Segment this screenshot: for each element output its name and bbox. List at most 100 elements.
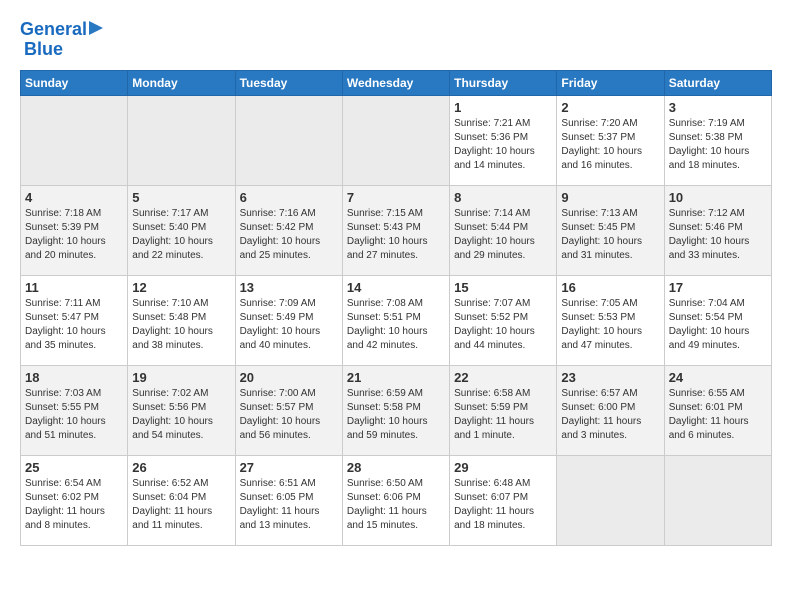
- day-detail: Sunrise: 6:51 AMSunset: 6:05 PMDaylight:…: [240, 477, 338, 533]
- calendar-cell: 21Sunrise: 6:59 AMSunset: 5:58 PMDayligh…: [342, 365, 449, 455]
- day-number: 15: [454, 280, 552, 295]
- day-detail: Sunrise: 7:18 AMSunset: 5:39 PMDaylight:…: [25, 207, 123, 263]
- day-detail: Sunrise: 6:58 AMSunset: 5:59 PMDaylight:…: [454, 387, 552, 443]
- calendar-cell: 23 Sunrise: 6:57 AMSunset: 6:00 PMDayligh…: [557, 365, 664, 455]
- weekday-header-wednesday: Wednesday: [342, 70, 449, 95]
- calendar-cell: 27 Sunrise: 6:51 AMSunset: 6:05 PMDayligh…: [235, 455, 342, 545]
- day-number: 20: [240, 370, 338, 385]
- day-number: 1: [454, 100, 552, 115]
- calendar-cell: 1 Sunrise: 7:21 AMSunset: 5:36 PMDaylight…: [450, 95, 557, 185]
- calendar-cell: 15 Sunrise: 7:07 AMSunset: 5:52 PMDayligh…: [450, 275, 557, 365]
- header: General Blue: [20, 20, 772, 60]
- day-detail: Sunrise: 7:08 AMSunset: 5:51 PMDaylight:…: [347, 297, 445, 353]
- day-number: 18: [25, 370, 123, 385]
- day-number: 27: [240, 460, 338, 475]
- day-detail: Sunrise: 7:00 AMSunset: 5:57 PMDaylight:…: [240, 387, 338, 443]
- weekday-header-friday: Friday: [557, 70, 664, 95]
- logo: General Blue: [20, 20, 103, 60]
- day-number: 22: [454, 370, 552, 385]
- calendar-cell: 29 Sunrise: 6:48 AMSunset: 6:07 PMDayligh…: [450, 455, 557, 545]
- calendar-cell: [342, 95, 449, 185]
- day-number: 14: [347, 280, 445, 295]
- day-number: 2: [561, 100, 659, 115]
- day-detail: Sunrise: 6:55 AMSunset: 6:01 PMDaylight:…: [669, 387, 767, 443]
- day-detail: Sunrise: 7:04 AMSunset: 5:54 PMDaylight:…: [669, 297, 767, 353]
- day-detail: Sunrise: 7:12 AMSunset: 5:46 PMDaylight:…: [669, 207, 767, 263]
- day-detail: Sunrise: 7:09 AMSunset: 5:49 PMDaylight:…: [240, 297, 338, 353]
- day-number: 17: [669, 280, 767, 295]
- calendar-cell: 16 Sunrise: 7:05 AMSunset: 5:53 PMDayligh…: [557, 275, 664, 365]
- calendar-cell: 26 Sunrise: 6:52 AMSunset: 6:04 PMDayligh…: [128, 455, 235, 545]
- day-number: 25: [25, 460, 123, 475]
- day-number: 5: [132, 190, 230, 205]
- day-detail: Sunrise: 6:54 AMSunset: 6:02 PMDaylight:…: [25, 477, 123, 533]
- day-detail: Sunrise: 6:48 AMSunset: 6:07 PMDaylight:…: [454, 477, 552, 533]
- day-detail: Sunrise: 7:15 AMSunset: 5:43 PMDaylight:…: [347, 207, 445, 263]
- day-number: 23: [561, 370, 659, 385]
- day-detail: Sunrise: 7:03 AMSunset: 5:55 PMDaylight:…: [25, 387, 123, 443]
- calendar-cell: 22 Sunrise: 6:58 AMSunset: 5:59 PMDayligh…: [450, 365, 557, 455]
- day-detail: Sunrise: 6:59 AMSunset: 5:58 PMDaylight:…: [347, 387, 445, 443]
- weekday-header-thursday: Thursday: [450, 70, 557, 95]
- day-detail: Sunrise: 7:02 AMSunset: 5:56 PMDaylight:…: [132, 387, 230, 443]
- calendar-cell: 20 Sunrise: 7:00 AMSunset: 5:57 PMDayligh…: [235, 365, 342, 455]
- calendar-cell: 17 Sunrise: 7:04 AMSunset: 5:54 PMDayligh…: [664, 275, 771, 365]
- day-number: 16: [561, 280, 659, 295]
- calendar-cell: [557, 455, 664, 545]
- logo-arrow-icon: [89, 21, 103, 35]
- calendar-table: SundayMondayTuesdayWednesdayThursdayFrid…: [20, 70, 772, 546]
- day-number: 12: [132, 280, 230, 295]
- calendar-cell: 19 Sunrise: 7:02 AMSunset: 5:56 PMDayligh…: [128, 365, 235, 455]
- logo-text-line1: General: [20, 20, 87, 40]
- logo-text-line2: Blue: [24, 40, 63, 60]
- calendar-cell: 5 Sunrise: 7:17 AMSunset: 5:40 PMDaylight…: [128, 185, 235, 275]
- weekday-header-saturday: Saturday: [664, 70, 771, 95]
- day-detail: Sunrise: 7:17 AMSunset: 5:40 PMDaylight:…: [132, 207, 230, 263]
- day-detail: Sunrise: 7:14 AMSunset: 5:44 PMDaylight:…: [454, 207, 552, 263]
- calendar-cell: 9Sunrise: 7:13 AMSunset: 5:45 PMDaylight…: [557, 185, 664, 275]
- calendar-cell: [128, 95, 235, 185]
- day-detail: Sunrise: 6:52 AMSunset: 6:04 PMDaylight:…: [132, 477, 230, 533]
- calendar-cell: 3 Sunrise: 7:19 AMSunset: 5:38 PMDaylight…: [664, 95, 771, 185]
- weekday-header-tuesday: Tuesday: [235, 70, 342, 95]
- day-detail: Sunrise: 7:20 AMSunset: 5:37 PMDaylight:…: [561, 117, 659, 173]
- calendar-cell: 24 Sunrise: 6:55 AMSunset: 6:01 PMDayligh…: [664, 365, 771, 455]
- day-detail: Sunrise: 7:21 AMSunset: 5:36 PMDaylight:…: [454, 117, 552, 173]
- day-number: 13: [240, 280, 338, 295]
- calendar-cell: 25 Sunrise: 6:54 AMSunset: 6:02 PMDayligh…: [21, 455, 128, 545]
- day-number: 3: [669, 100, 767, 115]
- calendar-cell: 4Sunrise: 7:18 AMSunset: 5:39 PMDaylight…: [21, 185, 128, 275]
- day-number: 10: [669, 190, 767, 205]
- day-detail: Sunrise: 7:07 AMSunset: 5:52 PMDaylight:…: [454, 297, 552, 353]
- day-number: 26: [132, 460, 230, 475]
- day-detail: Sunrise: 7:19 AMSunset: 5:38 PMDaylight:…: [669, 117, 767, 173]
- day-number: 29: [454, 460, 552, 475]
- calendar-cell: 8 Sunrise: 7:14 AMSunset: 5:44 PMDaylight…: [450, 185, 557, 275]
- calendar-cell: 18 Sunrise: 7:03 AMSunset: 5:55 PMDayligh…: [21, 365, 128, 455]
- weekday-header-sunday: Sunday: [21, 70, 128, 95]
- day-number: 8: [454, 190, 552, 205]
- calendar-cell: 13 Sunrise: 7:09 AMSunset: 5:49 PMDayligh…: [235, 275, 342, 365]
- calendar-cell: [21, 95, 128, 185]
- day-number: 24: [669, 370, 767, 385]
- calendar-cell: 28 Sunrise: 6:50 AMSunset: 6:06 PMDayligh…: [342, 455, 449, 545]
- day-detail: Sunrise: 7:16 AMSunset: 5:42 PMDaylight:…: [240, 207, 338, 263]
- calendar-cell: 7 Sunrise: 7:15 AMSunset: 5:43 PMDaylight…: [342, 185, 449, 275]
- day-number: 19: [132, 370, 230, 385]
- day-detail: Sunrise: 6:50 AMSunset: 6:06 PMDaylight:…: [347, 477, 445, 533]
- day-detail: Sunrise: 7:13 AMSunset: 5:45 PMDaylight:…: [561, 207, 659, 263]
- calendar-cell: 11 Sunrise: 7:11 AMSunset: 5:47 PMDayligh…: [21, 275, 128, 365]
- calendar-cell: 6Sunrise: 7:16 AMSunset: 5:42 PMDaylight…: [235, 185, 342, 275]
- day-number: 11: [25, 280, 123, 295]
- calendar-cell: [664, 455, 771, 545]
- day-detail: Sunrise: 6:57 AMSunset: 6:00 PMDaylight:…: [561, 387, 659, 443]
- calendar-cell: 14 Sunrise: 7:08 AMSunset: 5:51 PMDayligh…: [342, 275, 449, 365]
- weekday-header-monday: Monday: [128, 70, 235, 95]
- day-number: 28: [347, 460, 445, 475]
- day-number: 7: [347, 190, 445, 205]
- calendar-cell: 2 Sunrise: 7:20 AMSunset: 5:37 PMDaylight…: [557, 95, 664, 185]
- day-detail: Sunrise: 7:11 AMSunset: 5:47 PMDaylight:…: [25, 297, 123, 353]
- calendar-cell: 10 Sunrise: 7:12 AMSunset: 5:46 PMDayligh…: [664, 185, 771, 275]
- day-detail: Sunrise: 7:05 AMSunset: 5:53 PMDaylight:…: [561, 297, 659, 353]
- calendar-cell: [235, 95, 342, 185]
